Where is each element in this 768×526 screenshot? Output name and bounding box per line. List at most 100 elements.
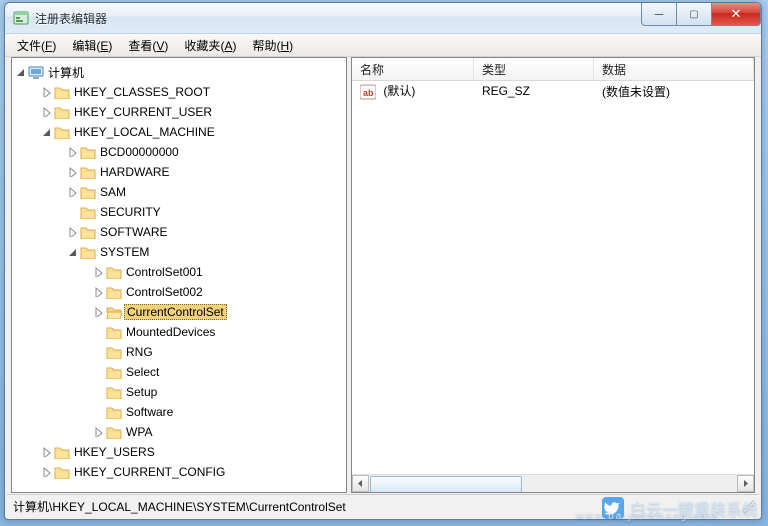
tree-label: SAM [100, 185, 126, 199]
tree-node-computer[interactable]: 计算机 [14, 62, 344, 82]
tree-node-hkcc[interactable]: HKEY_CURRENT_CONFIG [14, 462, 344, 482]
expander-open-icon[interactable] [66, 246, 78, 258]
tree-label: SECURITY [100, 205, 161, 219]
status-path: 计算机\HKEY_LOCAL_MACHINE\SYSTEM\CurrentCon… [13, 498, 346, 515]
scroll-right-button[interactable] [737, 475, 754, 492]
tree-label: Select [126, 365, 159, 379]
menu-help[interactable]: 帮助(H) [244, 35, 301, 56]
expander-closed-icon[interactable] [40, 446, 52, 458]
minimize-button[interactable]: ─ [641, 2, 677, 26]
tree-node-cs001[interactable]: ControlSet001 [14, 262, 344, 282]
expander-closed-icon[interactable] [66, 186, 78, 198]
status-bar: 计算机\HKEY_LOCAL_MACHINE\SYSTEM\CurrentCon… [7, 494, 759, 517]
tree-node-bcd[interactable]: BCD00000000 [14, 142, 344, 162]
expander-open-icon[interactable] [14, 66, 26, 78]
tree-label: SYSTEM [100, 245, 149, 259]
tree-node-setup[interactable]: Setup [14, 382, 344, 402]
expander-closed-icon[interactable] [66, 226, 78, 238]
menu-favorites[interactable]: 收藏夹(A) [176, 35, 244, 56]
tree-label: SOFTWARE [100, 225, 168, 239]
tree-node-hardware[interactable]: HARDWARE [14, 162, 344, 182]
expander-closed-icon[interactable] [92, 266, 104, 278]
value-type: REG_SZ [474, 84, 594, 98]
tree-node-software[interactable]: SOFTWARE [14, 222, 344, 242]
folder-icon [106, 325, 122, 339]
tree-node-security[interactable]: SECURITY [14, 202, 344, 222]
folder-icon [80, 205, 96, 219]
column-header-type[interactable]: 类型 [474, 58, 594, 80]
folder-icon [80, 145, 96, 159]
folder-icon [106, 345, 122, 359]
tree-label: HARDWARE [100, 165, 170, 179]
expander-closed-icon[interactable] [40, 466, 52, 478]
tree-node-sam[interactable]: SAM [14, 182, 344, 202]
folder-icon [106, 265, 122, 279]
titlebar[interactable]: 注册表编辑器 ─ ▢ ✕ [5, 3, 761, 34]
tree-node-mounteddevices[interactable]: MountedDevices [14, 322, 344, 342]
value-data: (数值未设置) [594, 83, 754, 100]
folder-icon [80, 165, 96, 179]
computer-icon [28, 65, 44, 79]
folder-icon [54, 105, 70, 119]
folder-icon [106, 425, 122, 439]
tree-node-wpa[interactable]: WPA [14, 422, 344, 442]
list-row[interactable]: (默认) REG_SZ (数值未设置) [352, 81, 754, 101]
tree-node-hku[interactable]: HKEY_USERS [14, 442, 344, 462]
tree-node-currentcontrolset[interactable]: CurrentControlSet [14, 302, 344, 322]
tree-label: MountedDevices [126, 325, 215, 339]
folder-open-icon [106, 305, 122, 319]
window-controls: ─ ▢ ✕ [641, 3, 761, 26]
menu-file[interactable]: 文件(F) [9, 35, 64, 56]
tree-label: 计算机 [48, 64, 84, 81]
tree-node-system[interactable]: SYSTEM [14, 242, 344, 262]
tree-node-hklm[interactable]: HKEY_LOCAL_MACHINE [14, 122, 344, 142]
tree-node-rng[interactable]: RNG [14, 342, 344, 362]
expander-open-icon[interactable] [40, 126, 52, 138]
tree-label: Setup [126, 385, 157, 399]
expander-closed-icon[interactable] [66, 146, 78, 158]
folder-icon [106, 365, 122, 379]
expander-closed-icon[interactable] [92, 426, 104, 438]
folder-icon [106, 405, 122, 419]
tree-label: HKEY_CURRENT_CONFIG [74, 465, 225, 479]
list-header: 名称 类型 数据 [352, 58, 754, 81]
close-button[interactable]: ✕ [712, 2, 761, 26]
tree-node-system-software[interactable]: Software [14, 402, 344, 422]
folder-icon [106, 285, 122, 299]
tree-label: ControlSet002 [126, 285, 203, 299]
tree-label: ControlSet001 [126, 265, 203, 279]
scroll-left-button[interactable] [352, 475, 369, 492]
tree-node-select[interactable]: Select [14, 362, 344, 382]
scroll-thumb[interactable] [370, 476, 522, 493]
expander-closed-icon[interactable] [40, 86, 52, 98]
menu-edit[interactable]: 编辑(E) [64, 35, 120, 56]
registry-tree-panel[interactable]: 计算机 HKEY_CLASSES_ROOT HKEY_CURRENT_USER [11, 57, 347, 493]
window-title: 注册表编辑器 [35, 10, 107, 27]
column-header-data[interactable]: 数据 [594, 58, 754, 80]
tree-label: BCD00000000 [100, 145, 179, 159]
menu-view[interactable]: 查看(V) [120, 35, 176, 56]
tree-node-cs002[interactable]: ControlSet002 [14, 282, 344, 302]
tree-label-selected: CurrentControlSet [124, 304, 227, 320]
expander-closed-icon[interactable] [92, 306, 104, 318]
expander-closed-icon[interactable] [66, 166, 78, 178]
folder-icon [54, 125, 70, 139]
tree-label: Software [126, 405, 173, 419]
tree-label: HKEY_CLASSES_ROOT [74, 85, 210, 99]
column-header-name[interactable]: 名称 [352, 58, 474, 80]
tree-label: HKEY_LOCAL_MACHINE [74, 125, 215, 139]
values-list-panel[interactable]: 名称 类型 数据 (默认) REG_SZ (数值未设置) [351, 57, 755, 493]
expander-closed-icon[interactable] [40, 106, 52, 118]
scroll-track[interactable] [369, 475, 737, 492]
tree-node-hkcr[interactable]: HKEY_CLASSES_ROOT [14, 82, 344, 102]
tree-node-hkcu[interactable]: HKEY_CURRENT_USER [14, 102, 344, 122]
tree-label: WPA [126, 425, 152, 439]
resize-grip-icon[interactable] [742, 500, 756, 514]
client-area: 计算机 HKEY_CLASSES_ROOT HKEY_CURRENT_USER [11, 57, 755, 493]
folder-icon [80, 185, 96, 199]
expander-closed-icon[interactable] [92, 286, 104, 298]
maximize-button[interactable]: ▢ [677, 2, 712, 26]
app-icon [13, 10, 29, 26]
horizontal-scrollbar[interactable] [352, 474, 754, 492]
string-value-icon [360, 84, 376, 100]
